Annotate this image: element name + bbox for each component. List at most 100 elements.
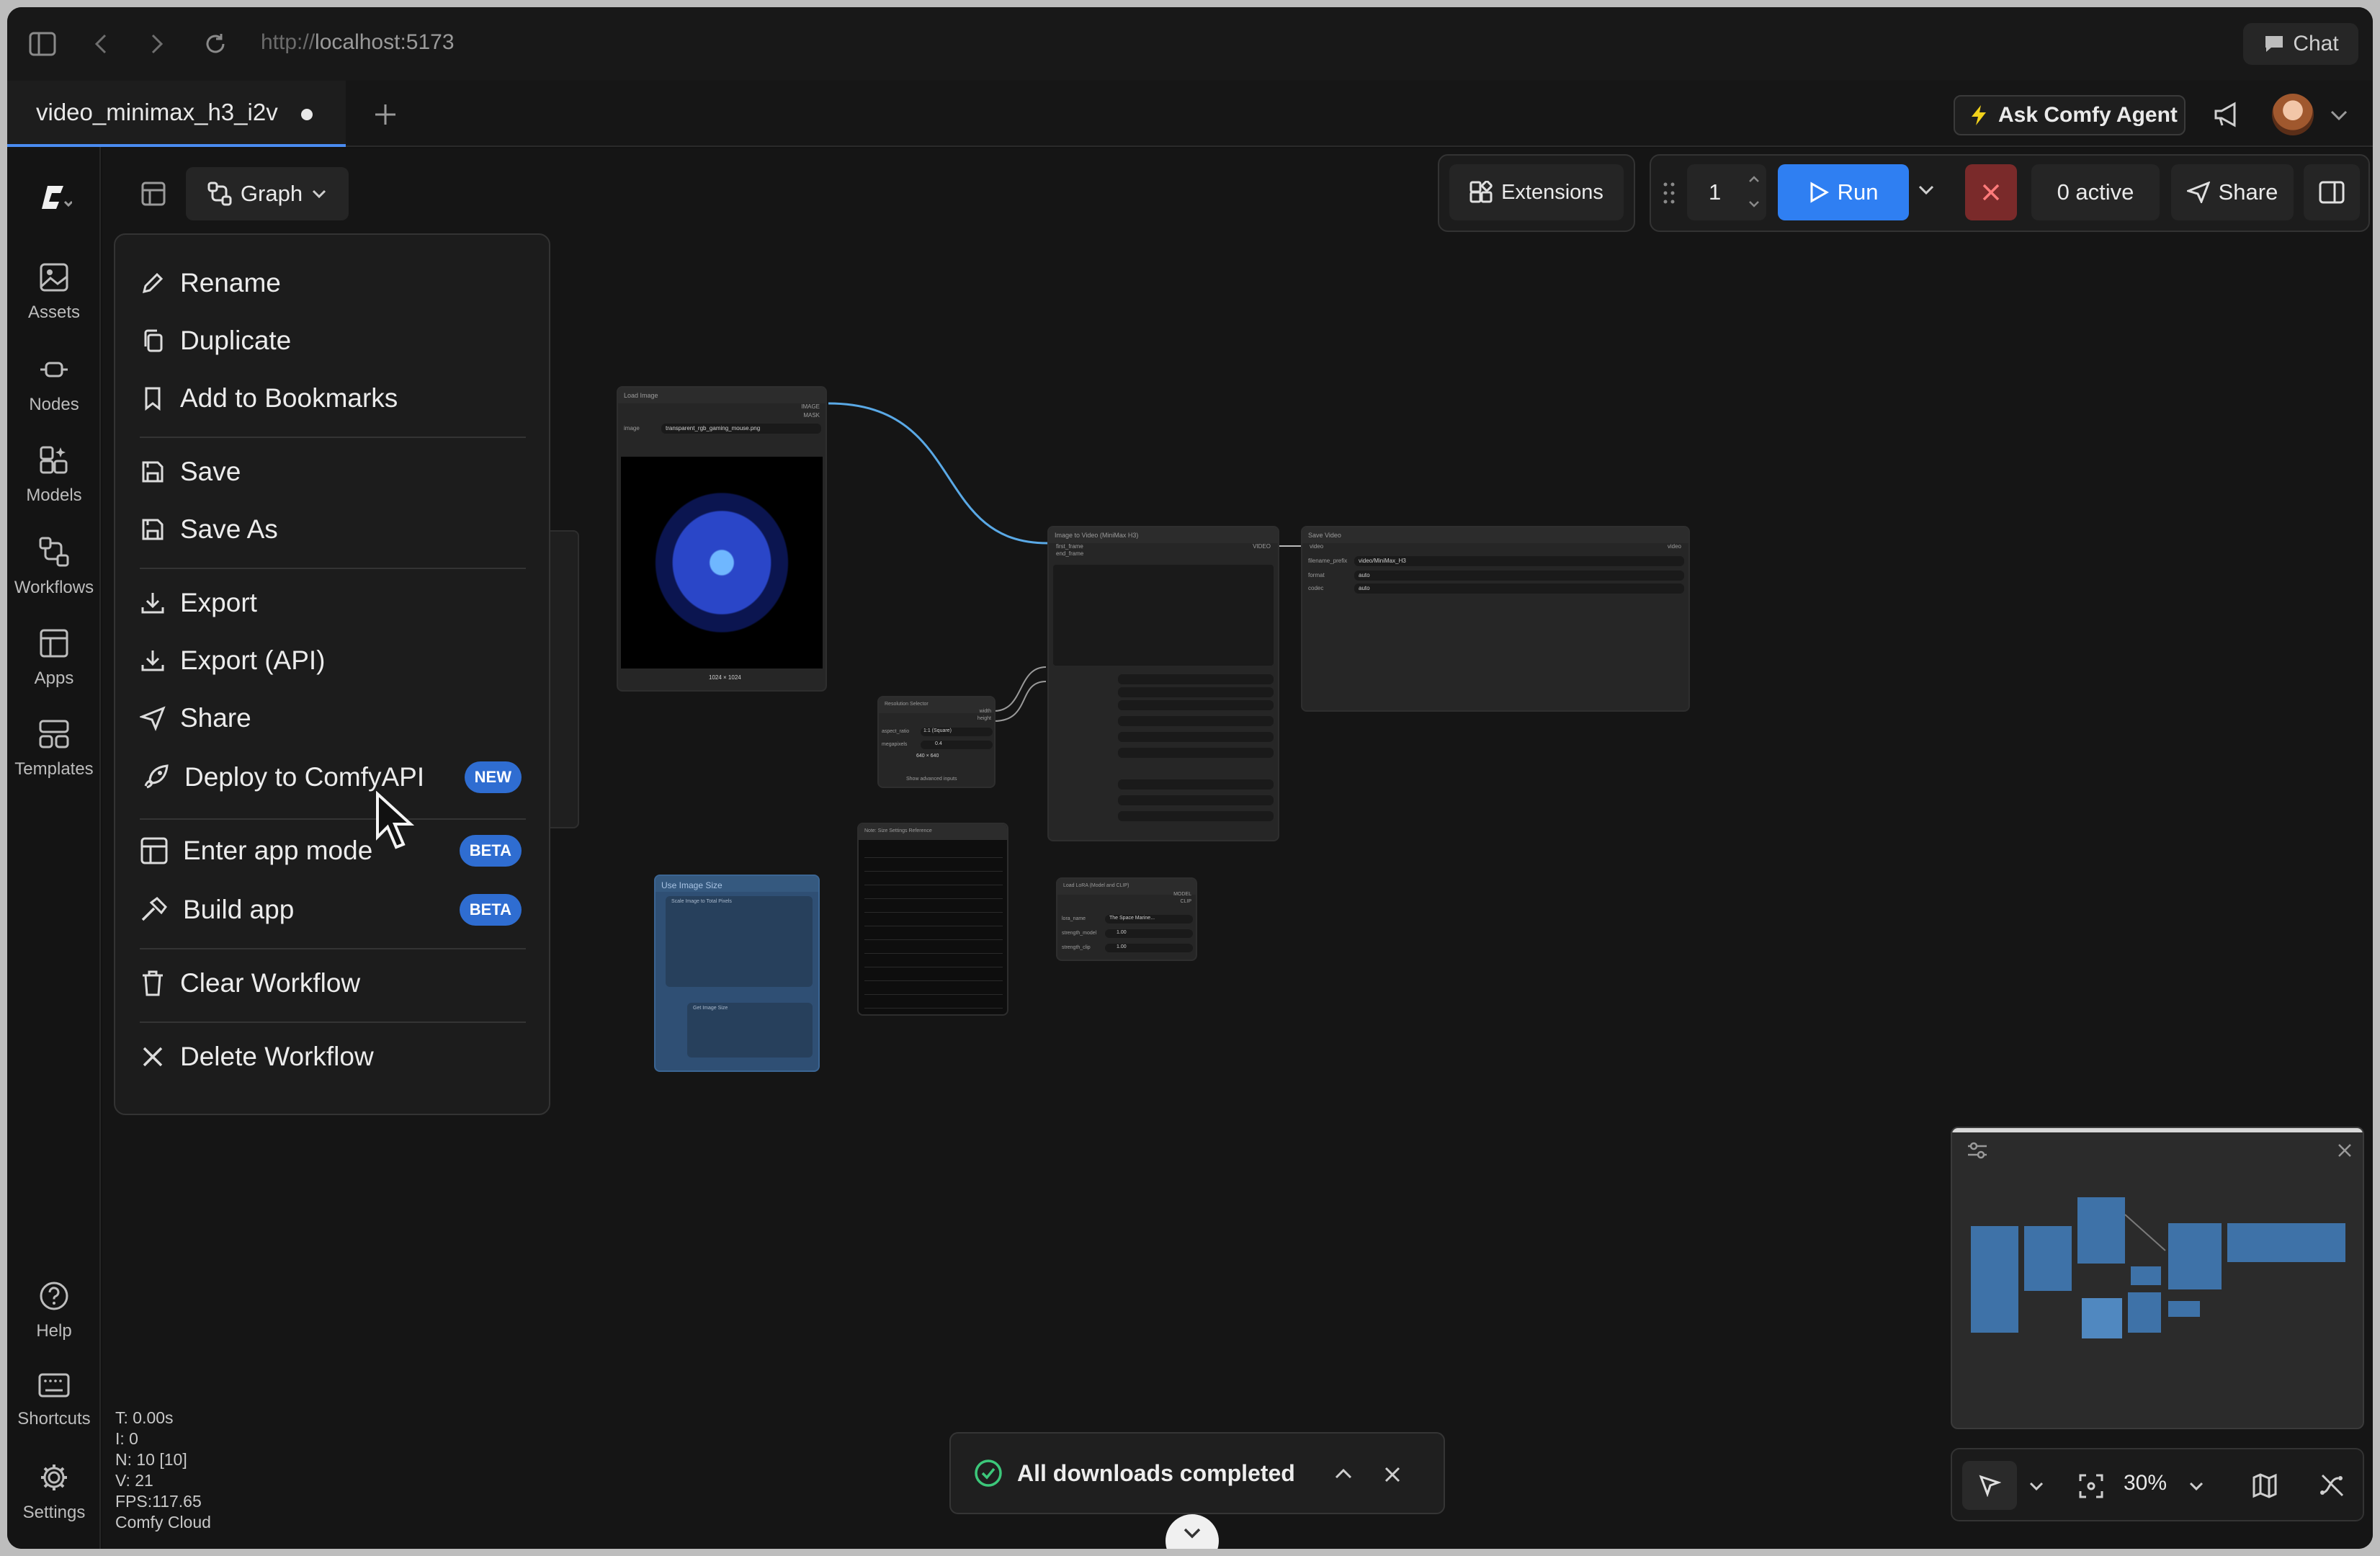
widget-turbo-steps[interactable] bbox=[1118, 811, 1274, 821]
prefix-input[interactable]: video/MiniMax_H3 bbox=[1354, 556, 1684, 566]
menu-item-build-app[interactable]: Build app bbox=[140, 885, 294, 935]
comfy-logo[interactable] bbox=[36, 183, 72, 215]
menu-item-export[interactable]: Export bbox=[140, 578, 257, 628]
image-file-select[interactable]: transparent_rgb_gaming_mouse.png bbox=[661, 424, 821, 434]
sc-input[interactable]: 1.00 bbox=[1105, 944, 1193, 952]
chevron-up-icon[interactable] bbox=[1334, 1468, 1353, 1480]
sidebar-item-label: Templates bbox=[14, 759, 94, 779]
zoom-level[interactable]: 30% bbox=[2124, 1471, 2167, 1495]
drag-handle-icon[interactable] bbox=[1663, 182, 1676, 205]
sidebar-item-label: Nodes bbox=[29, 395, 79, 414]
menu-item-label: Delete Workflow bbox=[180, 1042, 374, 1071]
tab-workflow[interactable]: video_minimax_h3_i2v bbox=[7, 81, 346, 147]
menu-item-label: Rename bbox=[180, 268, 281, 298]
menu-item-rename[interactable]: Rename bbox=[140, 258, 281, 308]
image-to-video-node[interactable]: Image to Video (MiniMax H3) first_frame … bbox=[1047, 526, 1279, 841]
forward-icon[interactable] bbox=[148, 33, 166, 55]
widget-vae[interactable] bbox=[1118, 732, 1274, 742]
widget-turbo-strength[interactable] bbox=[1118, 795, 1274, 805]
widget-audio-vae[interactable] bbox=[1118, 748, 1274, 758]
avatar[interactable] bbox=[2272, 94, 2314, 135]
hide-links-icon[interactable] bbox=[2319, 1472, 2345, 1498]
sidebar-item-label: Workflows bbox=[14, 578, 94, 597]
panel-layout-icon[interactable] bbox=[141, 182, 166, 206]
use-image-size-group[interactable]: Use Image Size Scale Image to Total Pixe… bbox=[654, 875, 820, 1072]
menu-item-save[interactable]: Save bbox=[140, 447, 241, 497]
stepper-arrows-icon[interactable] bbox=[1748, 173, 1761, 210]
menu-separator bbox=[140, 1021, 526, 1023]
format-select[interactable]: auto bbox=[1354, 571, 1684, 581]
menu-item-export-api[interactable]: Export (API) bbox=[140, 635, 326, 686]
scale-image-node[interactable]: Scale Image to Total Pixels bbox=[666, 896, 813, 987]
chat-button[interactable]: Chat bbox=[2243, 23, 2358, 65]
sidebar-item-shortcuts[interactable]: Shortcuts bbox=[7, 1373, 101, 1429]
widget-unet[interactable] bbox=[1118, 700, 1274, 710]
save-as-icon bbox=[142, 519, 164, 540]
output-height: height bbox=[977, 716, 991, 721]
megaphone-icon[interactable] bbox=[2213, 101, 2242, 128]
ask-comfy-agent-button[interactable]: Ask Comfy Agent bbox=[1954, 95, 2186, 135]
zoom-chevron-down-icon[interactable] bbox=[2188, 1481, 2204, 1491]
chevron-down-icon[interactable] bbox=[2330, 109, 2348, 121]
save-video-node[interactable]: Save Video video video filename_prefix v… bbox=[1301, 526, 1690, 712]
lora-select[interactable]: The Space Marine... bbox=[1105, 915, 1193, 924]
load-lora-node[interactable]: Load LoRA (Model and CLIP) MODEL CLIP lo… bbox=[1056, 877, 1197, 961]
sidebar-item-apps[interactable]: Apps bbox=[7, 628, 101, 689]
menu-item-share[interactable]: Share bbox=[140, 693, 251, 743]
menu-item-add-to-bookmarks[interactable]: Add to Bookmarks bbox=[140, 373, 398, 424]
menu-item-enter-app-mode[interactable]: Enter app mode bbox=[140, 826, 372, 876]
widget-clip[interactable] bbox=[1118, 716, 1274, 726]
sidebar-item-nodes[interactable]: Nodes bbox=[7, 354, 101, 415]
active-jobs-button[interactable]: 0 active bbox=[2031, 164, 2160, 220]
widget-lora[interactable] bbox=[1118, 779, 1274, 790]
sidebar-item-models[interactable]: Models bbox=[7, 445, 101, 506]
minimap[interactable] bbox=[1951, 1127, 2364, 1429]
chevron-down-icon bbox=[1184, 1528, 1201, 1539]
sidebar-item-assets[interactable]: Assets bbox=[7, 262, 101, 323]
close-icon[interactable] bbox=[1383, 1465, 1402, 1484]
image-label: image bbox=[624, 425, 640, 432]
back-icon[interactable] bbox=[92, 33, 109, 55]
minimap-toggle-icon[interactable] bbox=[2252, 1472, 2278, 1498]
graph-menu-button[interactable]: Graph bbox=[186, 167, 349, 220]
menu-item-delete-workflow[interactable]: Delete Workflow bbox=[140, 1032, 374, 1082]
right-panel-toggle[interactable] bbox=[2304, 164, 2360, 220]
x-icon bbox=[143, 1047, 163, 1067]
sidebar-item-workflows[interactable]: Workflows bbox=[7, 536, 101, 598]
prompt-textarea[interactable] bbox=[1053, 565, 1274, 666]
menu-item-clear-workflow[interactable]: Clear Workflow bbox=[140, 958, 360, 1009]
select-tool-button[interactable] bbox=[1962, 1461, 2017, 1510]
group-title: Use Image Size bbox=[656, 876, 818, 892]
menu-item-label: Export (API) bbox=[180, 645, 326, 675]
run-options-chevron-icon[interactable] bbox=[1918, 184, 1935, 196]
widget-duration[interactable] bbox=[1118, 674, 1274, 684]
share-button[interactable]: Share bbox=[2171, 164, 2294, 220]
url-bar[interactable]: http://localhost:5173 bbox=[261, 30, 455, 55]
mp-input[interactable]: 0.4 bbox=[921, 741, 993, 749]
tool-chevron-down-icon[interactable] bbox=[2028, 1481, 2044, 1491]
sm-input[interactable]: 1.00 bbox=[1105, 929, 1193, 938]
reload-icon[interactable] bbox=[203, 32, 228, 56]
sidebar-item-help[interactable]: Help bbox=[7, 1281, 101, 1341]
sidebar-toggle-icon[interactable] bbox=[29, 32, 56, 56]
codec-select[interactable]: auto bbox=[1354, 584, 1684, 594]
fit-view-icon[interactable] bbox=[2079, 1474, 2103, 1498]
menu-separator bbox=[140, 437, 526, 438]
size-reference-note[interactable]: Note: Size Settings Reference bbox=[857, 823, 1008, 1016]
load-image-node[interactable]: Load Image IMAGE MASK image transparent_… bbox=[617, 386, 827, 692]
extensions-button[interactable]: Extensions bbox=[1449, 164, 1624, 220]
menu-item-duplicate[interactable]: Duplicate bbox=[140, 316, 291, 366]
get-image-size-node[interactable]: Get Image Size bbox=[687, 1003, 813, 1058]
resolution-selector-node[interactable]: Resolution Selector width height aspect_… bbox=[877, 696, 996, 788]
lora-value: The Space Marine... bbox=[1109, 916, 1155, 921]
sidebar-item-templates[interactable]: Templates bbox=[7, 719, 101, 779]
widget-seed[interactable] bbox=[1118, 687, 1274, 697]
cancel-run-button[interactable] bbox=[1965, 164, 2017, 220]
run-button[interactable]: Run bbox=[1778, 164, 1909, 220]
sidebar-item-settings[interactable]: Settings bbox=[7, 1462, 101, 1523]
graph-canvas[interactable]: Load Image IMAGE MASK image transparent_… bbox=[102, 148, 2373, 1549]
aspect-select[interactable]: 1:1 (Square) bbox=[921, 728, 993, 736]
new-tab-icon[interactable] bbox=[373, 102, 398, 127]
menu-item-save-as[interactable]: Save As bbox=[140, 504, 278, 555]
show-advanced[interactable]: Show advanced inputs bbox=[906, 777, 957, 782]
